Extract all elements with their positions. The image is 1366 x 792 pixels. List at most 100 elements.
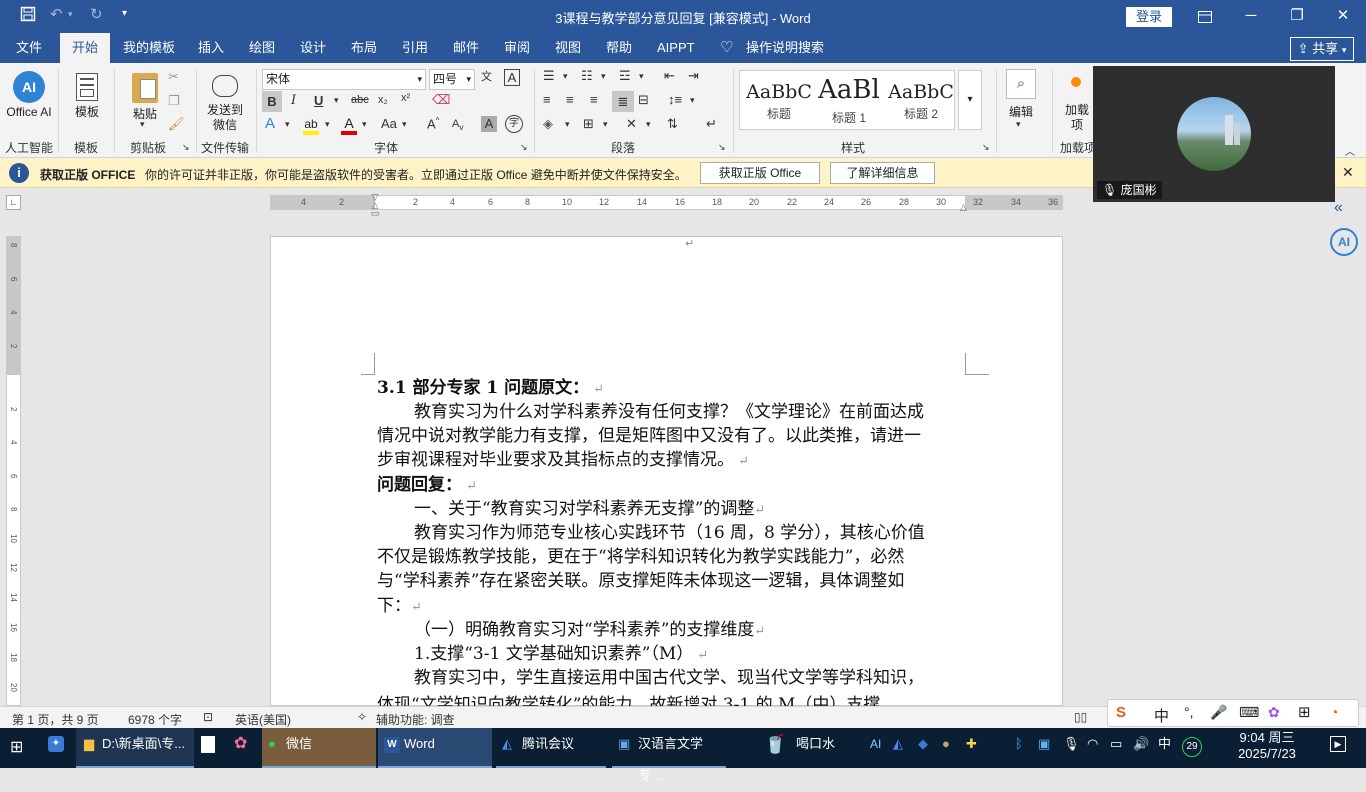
tab-view[interactable]: 视图 [555, 33, 581, 63]
paste-icon[interactable] [132, 73, 158, 103]
chinese-layout-dropdown-icon[interactable]: ▾ [646, 119, 651, 130]
bullets-icon[interactable]: ☰ [543, 68, 555, 84]
underline-icon[interactable]: U [314, 93, 323, 108]
windows-start-icon[interactable]: ⊞ [10, 739, 23, 779]
ime-mascot-icon[interactable]: ◔ [1330, 704, 1338, 720]
superscript-icon[interactable]: x² [401, 92, 410, 104]
microphone-tray-icon[interactable]: 🎙 [1063, 728, 1080, 768]
tray-language[interactable]: 中 [1158, 728, 1171, 768]
strikethrough-icon[interactable]: abc [351, 94, 369, 106]
doc-subsection[interactable]: （一）明确教育实习对“学科素养”的支撑维度↵ [377, 618, 765, 644]
style-title[interactable]: AaBbC 标题 [744, 81, 814, 122]
tab-file[interactable]: 文件 [16, 33, 42, 63]
taskbar-item-tencent-meeting[interactable]: ◭ 腾讯会议 [496, 728, 606, 768]
tab-review[interactable]: 审阅 [504, 33, 530, 63]
taskbar-item-wechat[interactable]: ● 微信 [262, 728, 376, 768]
borders-icon[interactable]: ⊞ [583, 116, 594, 132]
skin-icon[interactable]: ✿ [1268, 704, 1280, 721]
tab-my-templates[interactable]: 我的模板 [123, 33, 175, 63]
tab-aippt[interactable]: AIPPT [657, 33, 695, 63]
distributed-icon[interactable]: ⊟ [638, 92, 649, 108]
bullets-dropdown-icon[interactable]: ▾ [563, 71, 568, 82]
chinese-layout-icon[interactable]: ✕ [626, 116, 637, 132]
doc-item[interactable]: 1.支撑“3-1 文学基础知识素养”（M） ↵ [377, 642, 708, 668]
styles-launcher-icon[interactable]: ↘ [982, 142, 990, 153]
doc-line[interactable]: 下：↵ [377, 594, 422, 620]
styles-more-icon[interactable]: ▾ [958, 70, 982, 130]
tray-meeting-icon[interactable]: ◭ [893, 728, 903, 768]
change-case-icon[interactable]: Aa [381, 116, 397, 131]
taskbar-item-document[interactable]: ▣ 汉语言文学专... [612, 728, 726, 783]
network-icon[interactable]: ◠ [1087, 728, 1098, 768]
line-spacing-icon[interactable]: ↕≡ [668, 92, 682, 107]
clock[interactable]: 9:04 周三 2025/7/23 [1230, 730, 1304, 770]
increase-indent-icon[interactable]: ⇥ [688, 68, 699, 84]
addin-icon[interactable] [1071, 77, 1081, 87]
tab-mailings[interactable]: 邮件 [453, 33, 479, 63]
tray-ai-icon[interactable]: AI [870, 728, 881, 768]
multilevel-dropdown-icon[interactable]: ▾ [639, 71, 644, 82]
justify-icon[interactable]: ≣ [612, 91, 634, 112]
font-color-dropdown-icon[interactable]: ▾ [362, 119, 367, 130]
bold-icon[interactable]: B [262, 91, 282, 112]
login-button[interactable]: 登录 [1126, 7, 1172, 27]
edit-dropdown-icon[interactable]: ▾ [1016, 119, 1021, 130]
vertical-ruler[interactable]: 8 6 4 2 2 4 6 8 10 12 14 16 18 20 [6, 236, 21, 706]
multilevel-list-icon[interactable]: ☲ [619, 68, 631, 84]
tab-design[interactable]: 设计 [300, 33, 326, 63]
ribbon-display-options-icon[interactable] [1182, 0, 1228, 33]
punctuation-icon[interactable]: °, [1184, 704, 1194, 720]
battery-icon[interactable]: ▭ [1110, 728, 1122, 768]
bluetooth-icon[interactable]: ᛒ [1015, 728, 1023, 768]
tab-references[interactable]: 引用 [402, 33, 428, 63]
share-button[interactable]: ⇪ 共享 ▾ [1290, 37, 1354, 61]
text-effects-dropdown-icon[interactable]: ▾ [285, 119, 290, 130]
close-icon[interactable]: ✕ [1320, 0, 1366, 33]
tray-app-icon[interactable]: ✚ [966, 728, 977, 768]
align-center-icon[interactable]: ≡ [566, 92, 574, 107]
doc-section-heading[interactable]: 一、关于“教育实习对学科素养无支撑”的调整↵ [377, 497, 765, 523]
ime-mode[interactable]: 中 [1154, 705, 1169, 726]
clear-formatting-icon[interactable]: ⌫ [432, 92, 450, 108]
line-spacing-dropdown-icon[interactable]: ▾ [690, 95, 695, 106]
phonetic-guide-icon[interactable]: 文 [481, 68, 492, 84]
collapse-pane-icon[interactable]: « [1334, 199, 1343, 217]
send-to-wechat-button[interactable]: 发送到微信 [203, 103, 247, 133]
template-icon[interactable] [76, 73, 98, 101]
office-ai-icon[interactable]: AI [13, 71, 45, 103]
doc-line[interactable]: 步审视课程对毕业要求及其指标点的支撑情况。 ↵ [377, 448, 749, 474]
doc-line[interactable]: 情况中说对教学能力有支撑，但是矩阵图中又没有了。以此类推，请进一 [377, 424, 921, 448]
toolbox-icon[interactable]: ⊞ [1298, 703, 1311, 721]
font-color-icon[interactable]: A [341, 115, 357, 135]
tab-draw[interactable]: 绘图 [249, 33, 275, 63]
doc-line[interactable]: 教育实习为什么对学科素养没有任何支撑？《文学理论》在前面达成 [377, 400, 924, 424]
font-launcher-icon[interactable]: ↘ [520, 142, 528, 153]
character-shading-icon[interactable]: A [481, 116, 497, 132]
tab-selector-icon[interactable]: ∟ [6, 195, 21, 210]
clipboard-launcher-icon[interactable]: ↘ [182, 142, 190, 153]
highlight-color-icon[interactable]: ab [303, 117, 319, 135]
tab-help[interactable]: 帮助 [606, 33, 632, 63]
doc-line[interactable]: 体现“文学知识向教学转化”的能力，故新增对 3-1 的 M（中）支撑。 [377, 690, 897, 706]
get-genuine-office-button[interactable]: 获取正版 Office [700, 162, 820, 184]
paste-button[interactable]: 粘贴 [128, 105, 162, 122]
keyboard-icon[interactable]: ⌨ [1239, 704, 1259, 721]
page-count[interactable]: 第 1 页，共 9 页 [12, 711, 99, 728]
shading-dropdown-icon[interactable]: ▾ [565, 119, 570, 130]
enclose-characters-icon[interactable]: 字 [505, 115, 523, 133]
word-count[interactable]: 6978 个字 [128, 711, 182, 728]
numbering-icon[interactable]: ☷ [581, 68, 593, 84]
close-notice-icon[interactable]: ✕ [1342, 164, 1354, 181]
drink-water-label[interactable]: 喝口水 [796, 728, 835, 768]
font-size-select[interactable]: 四号 ▾ [429, 69, 475, 90]
learn-more-button[interactable]: 了解详细信息 [830, 162, 935, 184]
horizontal-ruler[interactable]: 4 2 2 4 6 8 10 12 14 16 18 20 22 24 26 28 30 32 34 36 ▽ △ ▭ △ [270, 193, 1063, 218]
notifications-icon[interactable]: ▶ [1330, 736, 1346, 752]
notepad-icon[interactable] [201, 736, 215, 753]
right-indent-marker-icon[interactable]: △ [960, 202, 967, 213]
tray-app-icon[interactable]: ▣ [1038, 728, 1050, 768]
doc-heading[interactable]: 3.1 部分专家 1 问题原文： ↵ [377, 376, 604, 402]
restore-icon[interactable]: ❐ [1274, 0, 1320, 33]
tab-layout[interactable]: 布局 [351, 33, 377, 63]
pinned-app-icon[interactable]: ✦ [48, 736, 64, 752]
